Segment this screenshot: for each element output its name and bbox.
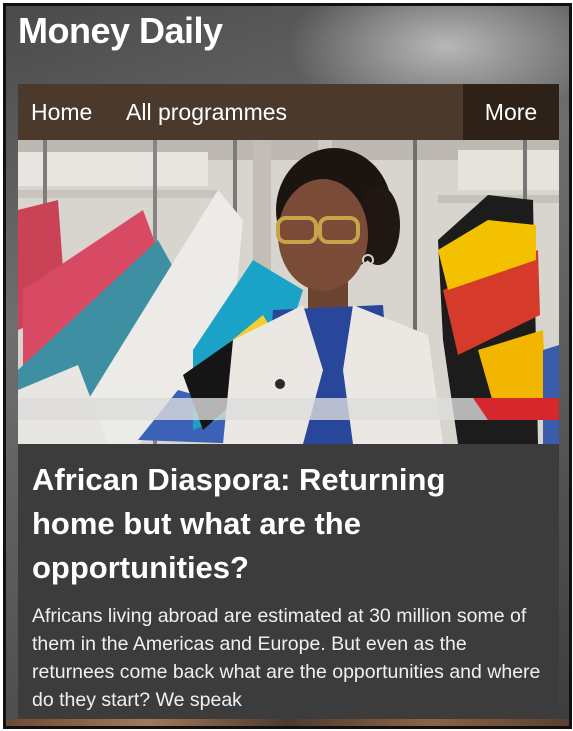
next-item-preview-strip — [6, 719, 569, 726]
article-card: African Diaspora: Returning home but wha… — [18, 140, 559, 726]
article-headline[interactable]: African Diaspora: Returning home but wha… — [32, 458, 532, 590]
article-summary: Africans living abroad are estimated at … — [32, 605, 541, 711]
thumbnail-illustration — [18, 140, 559, 444]
nav-all-programmes-link[interactable]: All programmes — [126, 84, 287, 140]
page-frame: Money Daily Home All programmes More Afr… — [3, 3, 572, 729]
nav-more-button[interactable]: More — [463, 84, 559, 140]
nav-home-link[interactable]: Home — [31, 84, 92, 140]
video-thumbnail[interactable] — [18, 140, 559, 444]
brand-title[interactable]: Money Daily — [18, 10, 223, 52]
top-navigation: Home All programmes More — [18, 84, 559, 140]
